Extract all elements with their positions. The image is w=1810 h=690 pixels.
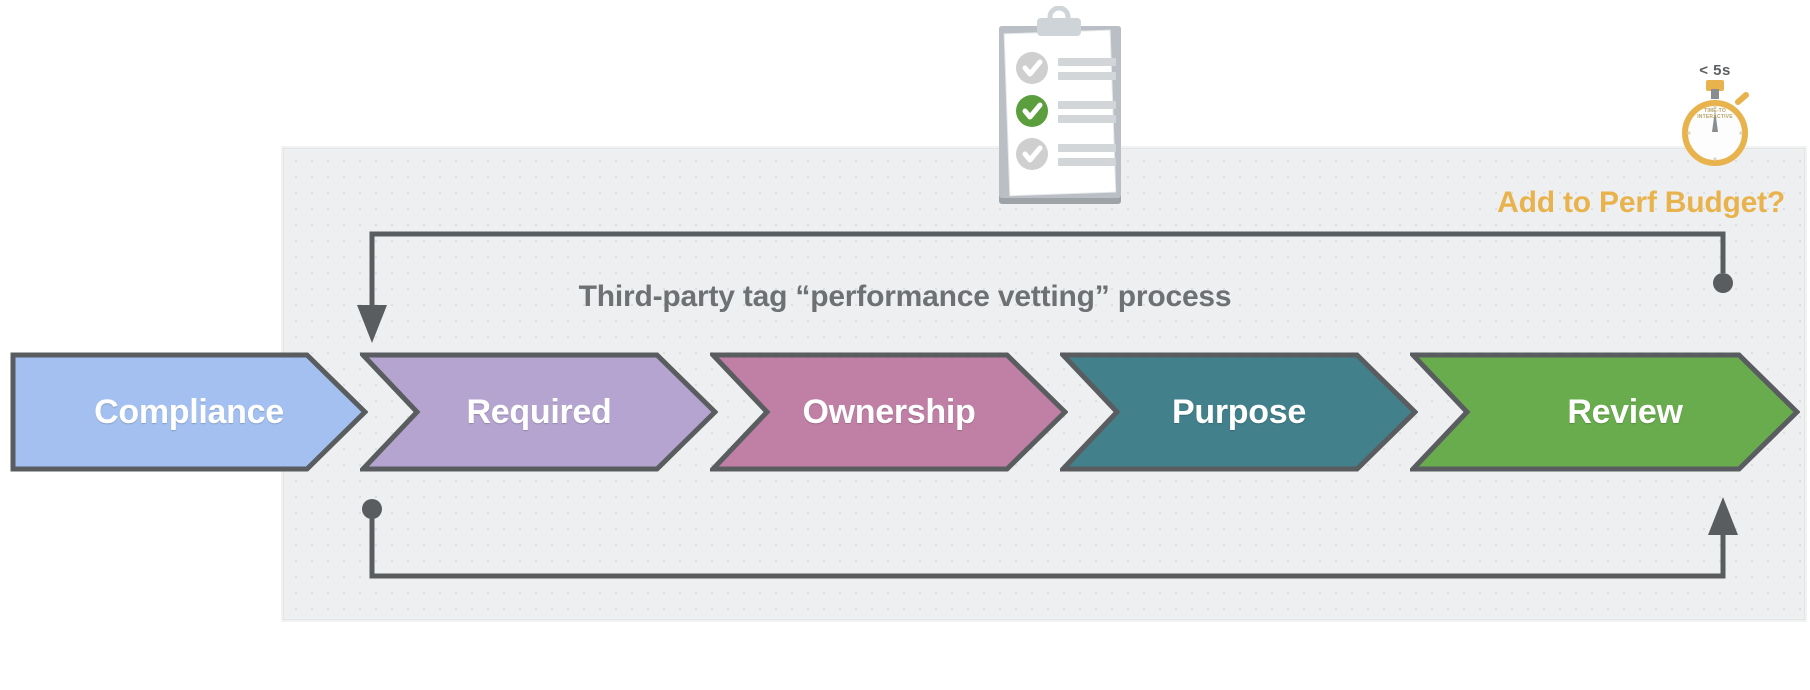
process-steps: Compliance Required Ownership Purpose Re: [0, 352, 1810, 472]
step-required[interactable]: Required: [360, 352, 718, 472]
step-ownership[interactable]: Ownership: [710, 352, 1068, 472]
stopwatch-dial-line2: INTERACTIVE: [1697, 114, 1733, 120]
page-title: Third-party tag “performance vetting” pr…: [578, 280, 1232, 313]
step-purpose[interactable]: Purpose: [1060, 352, 1418, 472]
clipboard-illustration: [985, 5, 1133, 218]
step-compliance[interactable]: Compliance: [10, 352, 368, 472]
stopwatch-dial-text: TIME-TO INTERACTIVE: [1676, 108, 1754, 120]
step-review[interactable]: Review: [1410, 352, 1800, 472]
diagram-canvas: Third-party tag “performance vetting” pr…: [0, 0, 1810, 690]
perf-budget-label: Add to Perf Budget?: [1497, 186, 1785, 219]
stopwatch-illustration: < 5s TIME-TO INTERACTIVE: [1676, 62, 1754, 170]
